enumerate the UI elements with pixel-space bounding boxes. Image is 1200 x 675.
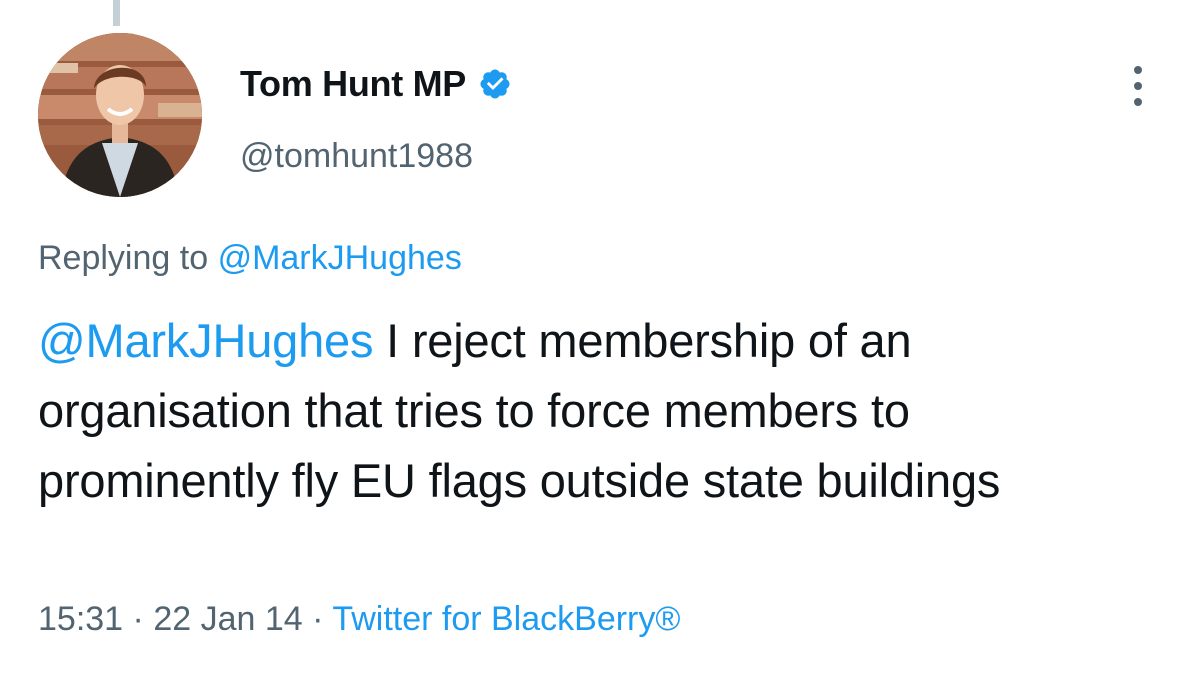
- more-vertical-icon[interactable]: [1128, 66, 1148, 106]
- meta-separator: ·: [132, 600, 144, 638]
- tweet-mention-link[interactable]: @MarkJHughes: [38, 314, 373, 367]
- avatar-photo: [38, 33, 202, 197]
- replying-to-line: Replying to @MarkJHughes: [38, 239, 462, 278]
- verified-badge-icon: [478, 67, 512, 101]
- more-dot: [1134, 98, 1142, 106]
- author-display-name[interactable]: Tom Hunt MP: [240, 63, 466, 105]
- replying-to-mention-link[interactable]: @MarkJHughes: [218, 239, 462, 277]
- tweet-date[interactable]: 22 Jan 14: [153, 600, 302, 638]
- author-handle[interactable]: @tomhunt1988: [240, 137, 473, 176]
- tweet-metadata: 15:31 · 22 Jan 14 · Twitter for BlackBer…: [38, 600, 680, 639]
- more-dot: [1134, 66, 1142, 74]
- thread-connector-line: [113, 0, 120, 26]
- tweet-source-link[interactable]: Twitter for BlackBerry®: [332, 600, 680, 638]
- meta-separator: ·: [312, 600, 324, 638]
- tweet-text: @MarkJHughes I reject membership of an o…: [38, 306, 1148, 516]
- more-dot: [1134, 82, 1142, 90]
- avatar[interactable]: [38, 33, 202, 197]
- tweet-time[interactable]: 15:31: [38, 600, 123, 638]
- author-name-row[interactable]: Tom Hunt MP: [240, 61, 512, 107]
- replying-prefix: Replying to: [38, 239, 209, 277]
